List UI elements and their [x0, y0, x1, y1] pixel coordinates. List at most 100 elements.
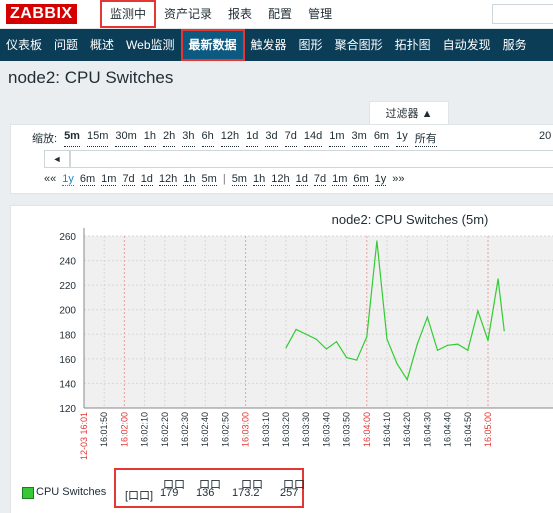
- zoom-option[interactable]: 30m: [115, 130, 137, 147]
- search-input[interactable]: [492, 4, 553, 24]
- top-menu-configuration[interactable]: 配置: [260, 0, 300, 28]
- series-point: [477, 310, 479, 312]
- x-tick-label: 16:03:30: [301, 412, 311, 447]
- period-left-option[interactable]: 1y: [62, 173, 74, 186]
- period-suffix[interactable]: »»: [392, 173, 404, 186]
- timeline-scrollbar[interactable]: [70, 150, 553, 168]
- zoom-option[interactable]: 1y: [396, 130, 408, 147]
- sub-menu-problems[interactable]: 问题: [48, 29, 84, 61]
- x-tick-label: 16:03:00: [241, 412, 251, 447]
- sub-menu-discovery[interactable]: 自动发现: [437, 29, 497, 61]
- x-tick-label: 16:02:10: [140, 412, 150, 447]
- period-prefix[interactable]: ««: [44, 173, 56, 186]
- series-point: [457, 343, 459, 345]
- plot-area: [84, 236, 553, 408]
- zoom-option[interactable]: 3h: [182, 130, 195, 147]
- period-left-option[interactable]: 7d: [122, 173, 135, 186]
- y-tick-label: 240: [59, 257, 76, 268]
- series-point: [315, 338, 317, 340]
- legend-value-avg: 173.2: [232, 487, 260, 499]
- sub-menu-services[interactable]: 服务: [497, 29, 533, 61]
- filter-toggle-tab[interactable]: 过滤器 ▲: [369, 101, 449, 126]
- zoom-option[interactable]: 1d: [246, 130, 259, 147]
- x-tick-label: 16:03:50: [342, 412, 352, 447]
- top-menu-reports[interactable]: 报表: [220, 0, 260, 28]
- period-left-option[interactable]: 12h: [158, 173, 178, 186]
- series-point: [356, 359, 358, 361]
- series-point: [406, 379, 408, 381]
- period-right-option[interactable]: 1h: [252, 173, 266, 186]
- zoom-option[interactable]: 3d: [265, 130, 278, 147]
- sub-menu-latest-data[interactable]: 最新数据: [180, 29, 245, 61]
- series-point: [467, 349, 469, 351]
- sub-menu-maps[interactable]: 拓扑图: [389, 29, 437, 61]
- zoom-row: 缩放: 5m 15m 30m 1h 2h 3h 6h 12h 1d 3d 7d …: [32, 130, 437, 147]
- period-right-option[interactable]: 7d: [313, 173, 327, 186]
- series-point: [497, 278, 499, 280]
- series-point: [295, 328, 297, 330]
- x-tick-label: 16:04:10: [382, 412, 392, 447]
- top-menu-monitoring[interactable]: 监测中: [100, 0, 157, 28]
- zoom-option[interactable]: 6h: [201, 130, 214, 147]
- zoom-option[interactable]: 7d: [284, 130, 297, 147]
- series-point: [447, 344, 449, 346]
- series-point: [436, 349, 439, 351]
- x-tick-label: 16:03:10: [261, 412, 271, 447]
- sub-menu-graphs[interactable]: 图形: [293, 29, 329, 61]
- sub-menu-dashboard[interactable]: 仪表板: [0, 29, 48, 61]
- period-left-option[interactable]: 5m: [201, 173, 217, 186]
- x-tick-label: 16:03:20: [281, 412, 291, 447]
- y-tick-label: 160: [59, 355, 76, 366]
- x-tick-label: 16:02:50: [220, 412, 230, 447]
- series-point: [335, 341, 338, 343]
- zoom-option[interactable]: 14d: [303, 130, 323, 147]
- period-right-option[interactable]: 12h: [271, 173, 290, 186]
- period-left-option[interactable]: 1h: [183, 173, 196, 186]
- zoom-option[interactable]: 5m: [64, 130, 80, 147]
- period-right-option[interactable]: 5m: [231, 173, 247, 186]
- legend-value-max: 257: [280, 487, 299, 499]
- x-tick-label: 16:02:00: [119, 412, 129, 447]
- series-point: [325, 348, 327, 350]
- x-tick-label: 16:03:40: [321, 412, 331, 447]
- period-right-option[interactable]: 6m: [353, 173, 369, 186]
- series-point: [386, 338, 388, 340]
- y-tick-label: 260: [59, 232, 76, 243]
- zoom-option[interactable]: 2h: [163, 130, 176, 147]
- y-tick-label: 220: [59, 281, 76, 292]
- period-left-option[interactable]: 1d: [140, 173, 153, 186]
- zoom-option[interactable]: 15m: [86, 130, 109, 147]
- period-right-option[interactable]: 1m: [332, 173, 348, 186]
- zoom-option[interactable]: 1h: [143, 130, 157, 147]
- x-tick-label: 16:01:50: [99, 412, 109, 447]
- series-point: [396, 363, 398, 365]
- x-tick-label: 16:02:30: [180, 412, 190, 447]
- zoom-option[interactable]: 所有: [414, 130, 437, 147]
- sub-menu-screens[interactable]: 聚合图形: [329, 29, 389, 61]
- period-left-option[interactable]: 1m: [101, 173, 117, 186]
- top-menu-administration[interactable]: 管理: [300, 0, 340, 28]
- x-tick-label: 16:04:30: [422, 412, 432, 447]
- page-title: node2: CPU Switches: [8, 68, 174, 87]
- period-right-option[interactable]: 1y: [374, 173, 387, 186]
- series-point: [487, 339, 489, 342]
- zoom-option[interactable]: 1m: [329, 130, 345, 147]
- sub-menu-web[interactable]: Web监测: [120, 29, 180, 61]
- y-tick-label: 180: [59, 330, 76, 341]
- zoom-option[interactable]: 12h: [220, 130, 240, 147]
- sub-menu: 仪表板 问题 概述 Web监测 最新数据 触发器 图形 聚合图形 拓扑图 自动发…: [0, 29, 553, 61]
- x-tick-label: 12-03 16:01: [79, 412, 89, 460]
- series-point: [376, 240, 378, 242]
- sub-menu-overview[interactable]: 概述: [84, 29, 120, 61]
- period-right-option[interactable]: 1d: [295, 173, 308, 186]
- zoom-right-text: 20: [539, 130, 552, 142]
- top-menu-inventory[interactable]: 资产记录: [156, 0, 220, 28]
- zabbix-logo[interactable]: ZABBIX: [6, 4, 77, 24]
- legend-value-last: 179: [160, 487, 179, 499]
- y-tick-label: 140: [59, 379, 76, 390]
- timeline-prev-button[interactable]: ◄: [44, 150, 70, 168]
- zoom-option[interactable]: 6m: [373, 130, 390, 147]
- zoom-option[interactable]: 3m: [351, 130, 367, 147]
- sub-menu-triggers[interactable]: 触发器: [245, 29, 293, 61]
- period-left-option[interactable]: 6m: [79, 173, 96, 186]
